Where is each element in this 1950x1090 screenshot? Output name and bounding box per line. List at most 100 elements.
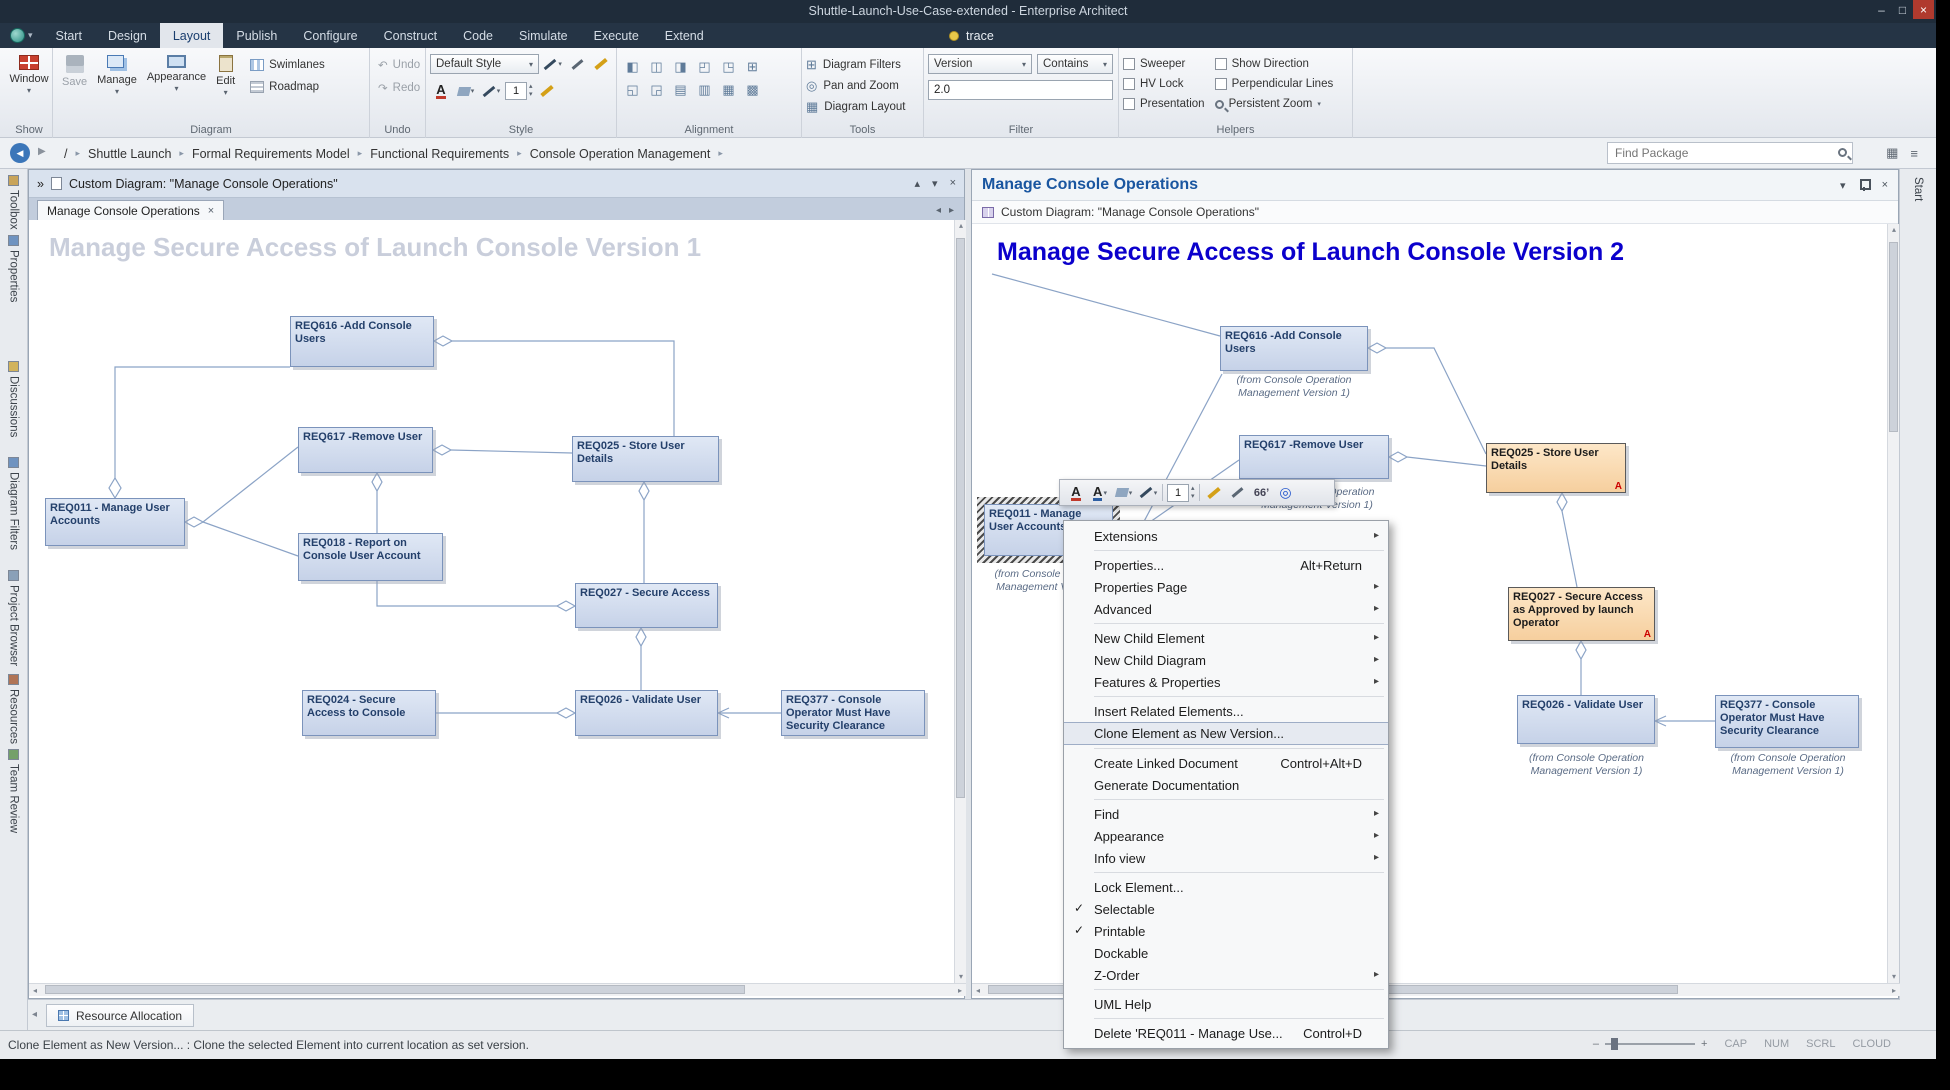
menu-item-lock-element[interactable]: Lock Element... [1064,876,1388,898]
sidebar-tab-project-browser[interactable]: Project Browser [0,570,27,666]
fill-color-button[interactable]: ▾ [1114,482,1134,503]
fill-color-button[interactable]: ▾ [455,81,477,101]
tab-scroll-left-icon[interactable]: ◂ [936,205,941,216]
scrollbar-thumb[interactable] [1889,242,1898,432]
menu-item-delete-element[interactable]: Delete 'REQ011 - Manage Use...Control+D [1064,1022,1388,1044]
tab-start[interactable]: Start [43,23,95,48]
scroll-left-icon[interactable]: ◂ [972,984,984,997]
ink-pen-button[interactable] [566,54,587,74]
spin-down-icon[interactable]: ▾ [1191,493,1195,501]
tab-resource-allocation[interactable]: Resource Allocation [46,1004,194,1027]
presentation-checkbox[interactable]: Presentation [1123,94,1205,114]
breadcrumb-item-shuttle-launch[interactable]: Shuttle Launch [88,147,171,161]
requirement-box-req377[interactable]: REQ377 - Console Operator Must Have Secu… [781,690,925,736]
menu-item-advanced[interactable]: Advanced▸ [1064,598,1388,620]
apply-style-button[interactable] [536,81,558,101]
zoom-slider-handle[interactable] [1611,1038,1618,1050]
requirement-box-req024[interactable]: REQ024 - Secure Access to Console [302,690,436,736]
scroll-down-icon[interactable]: ▾ [1888,971,1900,983]
diagram-layout-button[interactable]: ▦Diagram Layout [806,96,919,117]
breadcrumb-item-console-operation-management[interactable]: Console Operation Management [530,147,711,161]
swimlanes-button[interactable]: Swimlanes [246,57,329,73]
menu-item-extensions[interactable]: Extensions▸ [1064,525,1388,547]
menu-item-new-child-element[interactable]: New Child Element▸ [1064,627,1388,649]
right-vertical-scrollbar[interactable]: ▴ ▾ [1887,224,1899,983]
forward-button[interactable]: ▶ [38,146,46,157]
undo-button[interactable]: ↶Undo [374,56,421,74]
quick-style-button[interactable]: 66’ [1252,482,1272,503]
style-brush-button[interactable] [591,54,612,74]
menu-item-clone-element-as-new-version[interactable]: Clone Element as New Version... [1064,722,1388,745]
align-center-button[interactable]: ◫ [645,56,668,77]
hv-lock-checkbox[interactable]: HV Lock [1123,74,1205,94]
requirement-box-req617-v2[interactable]: REQ617 -Remove User [1239,435,1389,479]
scrollbar-thumb[interactable] [956,238,965,798]
default-style-select[interactable]: Default Style ▾ [430,54,539,74]
align-left-button[interactable]: ◧ [621,56,644,77]
requirement-box-req616[interactable]: REQ616 -Add Console Users [290,316,434,367]
sidebar-tab-properties[interactable]: Properties [0,235,27,302]
requirement-box-req026-v2[interactable]: REQ026 - Validate User [1517,695,1655,744]
list-menu-icon[interactable]: ≡ [1910,146,1918,161]
tab-layout[interactable]: Layout [160,23,224,48]
line-width-spinner[interactable]: 1 ▴▾ [505,82,533,100]
chevron-down-icon[interactable]: ▾ [932,177,938,190]
sidebar-tab-discussions[interactable]: Discussions [0,361,27,437]
redo-button[interactable]: ↷Redo [374,79,421,97]
zoom-control[interactable]: – + [1593,1038,1708,1050]
line-width-spinner[interactable]: 1 ▴▾ [1167,484,1195,502]
spin-down-icon[interactable]: ▾ [529,91,533,99]
find-command-box[interactable]: trace [949,23,994,48]
line-color-button[interactable]: ▾ [1138,482,1158,503]
requirement-box-req026[interactable]: REQ026 - Validate User [575,690,718,736]
align-top-button[interactable]: ◰ [693,56,716,77]
persistent-zoom-button[interactable]: ◎ [1276,482,1296,503]
requirement-box-req617[interactable]: REQ617 -Remove User [298,427,433,473]
pick-style-button[interactable] [1228,482,1248,503]
menu-item-features-properties[interactable]: Features & Properties▸ [1064,671,1388,693]
maximize-button[interactable]: □ [1892,0,1913,19]
menu-item-appearance[interactable]: Appearance▸ [1064,825,1388,847]
back-button[interactable]: ◀ [10,143,30,163]
font-color-button[interactable]: A▾ [1090,482,1110,503]
diagram-filters-button[interactable]: ⊞Diagram Filters [806,54,919,75]
menu-item-create-linked-document[interactable]: Create Linked DocumentControl+Alt+D [1064,752,1388,774]
sidebar-tab-team-review[interactable]: Team Review [0,749,27,833]
pin-icon[interactable] [1859,179,1869,191]
chevrons-icon[interactable]: » [37,177,44,191]
menu-item-z-order[interactable]: Z-Order▸ [1064,964,1388,986]
close-icon[interactable]: × [1882,179,1888,191]
filter-value-input[interactable] [928,80,1113,100]
tab-code[interactable]: Code [450,23,506,48]
align-right-button[interactable]: ◨ [669,56,692,77]
scroll-left-icon[interactable]: ◂ [29,984,41,997]
edit-button[interactable]: Edit ▾ [211,52,240,100]
tab-simulate[interactable]: Simulate [506,23,581,48]
requirement-box-req025-v2[interactable]: REQ025 - Store User DetailsA [1486,443,1626,493]
align-bottom-button[interactable]: ◳ [717,56,740,77]
tab-publish[interactable]: Publish [223,23,290,48]
diagram-canvas-v1[interactable]: Manage Secure Access of Launch Console V… [29,220,954,983]
scroll-right-icon[interactable]: ▸ [954,984,966,997]
sidebar-tab-resources[interactable]: Resources [0,674,27,744]
menu-item-properties[interactable]: Properties...Alt+Return [1064,554,1388,576]
breadcrumb-root[interactable]: / [64,147,67,161]
manage-button[interactable]: Manage ▾ [92,52,142,99]
zoom-in-icon[interactable]: + [1701,1038,1707,1050]
space-even-h-button[interactable]: ◱ [621,79,644,100]
tab-extend[interactable]: Extend [652,23,717,48]
autosize-button[interactable]: ▦ [717,79,740,100]
font-color-button[interactable]: A [430,81,452,101]
collapse-icon[interactable]: ▴ [915,177,921,190]
tab-construct[interactable]: Construct [371,23,451,48]
tab-manage-console-operations[interactable]: Manage Console Operations × [37,200,224,220]
apply-style-button[interactable] [1204,482,1224,503]
sidebar-tab-diagram-filters[interactable]: Diagram Filters [0,457,27,550]
menu-item-info-view[interactable]: Info view▸ [1064,847,1388,869]
breadcrumb-item-formal-requirements-model[interactable]: Formal Requirements Model [192,147,350,161]
tab-design[interactable]: Design [95,23,160,48]
show-direction-checkbox[interactable]: Show Direction [1215,54,1334,74]
sidebar-tab-toolbox[interactable]: Toolbox [0,175,27,230]
breadcrumb-item-functional-requirements[interactable]: Functional Requirements [370,147,509,161]
minimize-button[interactable]: – [1871,0,1892,19]
